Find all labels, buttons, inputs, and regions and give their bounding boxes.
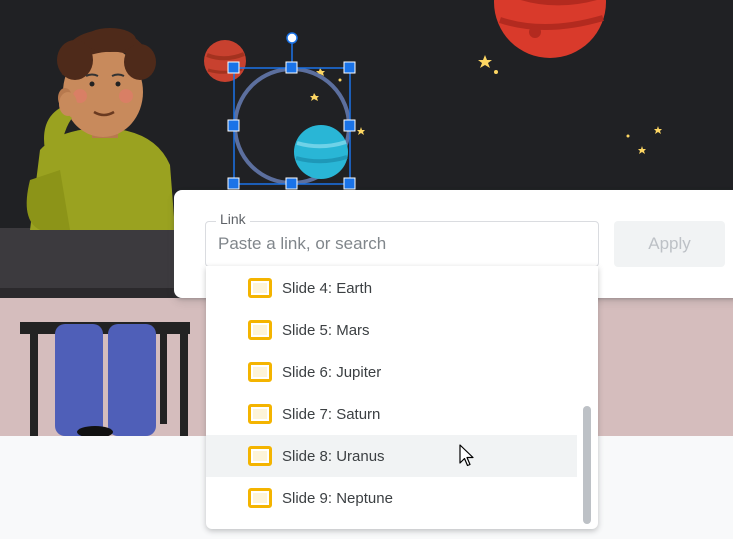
link-input[interactable]	[205, 221, 599, 267]
dropdown-scrollbar[interactable]	[583, 406, 591, 524]
red-planet-small	[204, 40, 246, 82]
uranus-planet	[294, 125, 348, 179]
slide-icon	[248, 320, 272, 340]
suggestion-label: Slide 5: Mars	[282, 321, 370, 339]
stool	[20, 322, 190, 436]
link-field-label: Link	[216, 211, 250, 227]
suggestion-slide-4[interactable]: Slide 4: Earth	[206, 267, 577, 309]
suggestion-slide-5[interactable]: Slide 5: Mars	[206, 309, 577, 351]
suggestion-label: Slide 4: Earth	[282, 279, 373, 297]
mouse-cursor-icon	[459, 444, 474, 467]
suggestion-label: Slide 9: Neptune	[282, 489, 393, 507]
suggestion-slide-9[interactable]: Slide 9: Neptune	[206, 477, 577, 519]
suggestion-label: Slide 6: Jupiter	[282, 363, 382, 381]
suggestion-slide-8[interactable]: Slide 8: Uranus	[206, 435, 577, 477]
suggestion-slide-7[interactable]: Slide 7: Saturn	[206, 393, 577, 435]
slide-icon	[248, 362, 272, 382]
link-suggestions-dropdown: Slide 4: Earth Slide 5: Mars Slide 6: Ju…	[206, 266, 598, 529]
stars	[310, 55, 662, 154]
suggestion-label: Slide 7: Saturn	[282, 405, 381, 423]
apply-button[interactable]: Apply	[614, 221, 725, 267]
slide-icon	[248, 446, 272, 466]
desk	[0, 228, 200, 298]
slide-icon	[248, 404, 272, 424]
red-planet-large	[494, 0, 606, 58]
slide-icon	[248, 278, 272, 298]
suggestion-label: Slide 8: Uranus	[282, 447, 385, 465]
slide-icon	[248, 488, 272, 508]
suggestion-slide-6[interactable]: Slide 6: Jupiter	[206, 351, 577, 393]
